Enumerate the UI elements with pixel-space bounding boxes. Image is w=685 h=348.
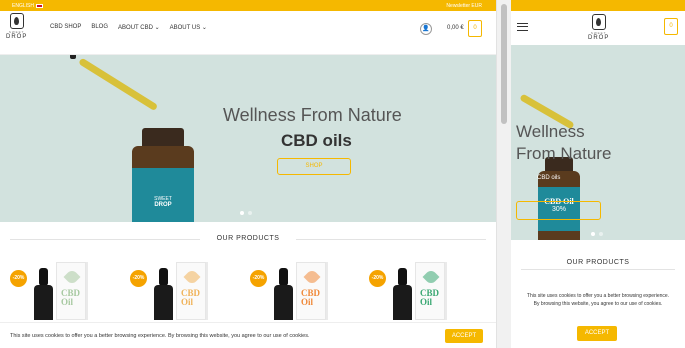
products-title: OUR PRODUCTS (216, 235, 280, 242)
menu-item-about-us[interactable]: ABOUT US ⌄ (170, 24, 207, 31)
cookie-message: This site uses cookies to offer you a be… (526, 293, 670, 307)
mobile-top-bar (511, 0, 685, 11)
menu-item-about-cbd[interactable]: ABOUT CBD ⌄ (118, 24, 160, 31)
products-title: OUR PRODUCTS (560, 259, 636, 266)
hemp-leaf-icon (303, 268, 321, 286)
drop-logo-icon (591, 14, 606, 30)
main-header: SWEET DROP CBD SHOP BLOG ABOUT CBD ⌄ ABO… (0, 11, 496, 55)
discount-badge: -20% (369, 270, 386, 287)
cookie-banner: This site uses cookies to offer you a be… (0, 322, 496, 348)
user-account-icon[interactable]: 👤 (420, 23, 432, 35)
product-box: CBD Oil (56, 262, 86, 320)
slider-dot[interactable] (591, 232, 595, 236)
site-logo[interactable]: SWEET DROP (6, 13, 27, 40)
product-card[interactable]: -20% CBD Oil (10, 262, 118, 320)
accept-cookies-button[interactable]: ACCEPT (577, 326, 617, 341)
product-bottle (273, 268, 294, 320)
drop-logo-icon (9, 13, 24, 29)
divider (10, 239, 200, 240)
discount-badge: -20% (250, 270, 267, 287)
divider (296, 239, 486, 240)
menu-item-blog[interactable]: BLOG (91, 24, 108, 31)
slider-dots[interactable] (591, 232, 603, 236)
mobile-hero-slider: CBD Oil 30% Wellness From Nature CBD oil… (511, 45, 685, 240)
product-box: CBD Oil (176, 262, 206, 320)
product-box: CBD Oil (296, 262, 326, 320)
product-bottle (392, 268, 413, 320)
shop-button[interactable]: SHOP (277, 158, 351, 175)
hero-slider: SWEET DROP Wellness From Nature CBD oils… (0, 55, 496, 222)
top-bar: ENGLISH Newsletter EUR (0, 0, 496, 11)
dropper-glass (78, 57, 159, 112)
uk-flag-icon (35, 3, 43, 8)
slider-dot[interactable] (599, 232, 603, 236)
site-logo[interactable]: SWEET DROP (588, 14, 609, 41)
mobile-header: SWEET DROP 0 (511, 11, 685, 45)
product-card[interactable]: -20% CBD Oil (130, 262, 238, 320)
shop-button[interactable] (516, 201, 601, 220)
menu-item-cbd-shop[interactable]: CBD SHOP (50, 24, 81, 31)
chevron-down-icon: ⌄ (201, 25, 207, 31)
hemp-leaf-icon (422, 268, 440, 286)
divider (521, 269, 675, 270)
mobile-view: SWEET DROP 0 CBD Oil 30% Wellness From N… (511, 0, 685, 348)
bottle-label-name: DROP (154, 202, 172, 208)
product-bottle (33, 268, 54, 320)
hero-subtitle: CBD oils (281, 131, 352, 150)
topbar-links[interactable]: Newsletter EUR (446, 3, 482, 9)
logo-name: DROP (6, 34, 28, 40)
hero-subtitle: CBD oils (537, 175, 561, 181)
dropper-tip (70, 55, 76, 59)
hero-bottle: CBD Oil 30% (538, 157, 580, 240)
cart-total[interactable]: 0,00 € (447, 25, 464, 31)
main-menu: CBD SHOP BLOG ABOUT CBD ⌄ ABOUT US ⌄ (50, 24, 207, 31)
hero-title-line1: Wellness (516, 122, 585, 141)
hero-title: Wellness From Nature (223, 105, 402, 125)
cart-button[interactable]: 0 (664, 18, 678, 35)
hero-title-line2: From Nature (516, 144, 612, 163)
hero-bottle: SWEET DROP (132, 128, 194, 222)
hemp-leaf-icon (63, 268, 81, 286)
product-box: CBD Oil (415, 262, 445, 320)
discount-badge: -20% (130, 270, 147, 287)
slider-dot[interactable] (248, 211, 252, 215)
hamburger-menu-icon[interactable] (517, 23, 528, 31)
product-card[interactable]: -20% CBD Oil (369, 262, 477, 320)
logo-name: DROP (588, 35, 610, 41)
cart-button[interactable]: 0 (468, 20, 482, 37)
accept-cookies-button[interactable]: ACCEPT (445, 329, 483, 343)
desktop-scrollbar[interactable] (496, 0, 511, 348)
chevron-down-icon: ⌄ (154, 25, 160, 31)
cookie-message: This site uses cookies to offer you a be… (10, 333, 310, 339)
hemp-leaf-icon (183, 268, 201, 286)
slider-dots[interactable] (240, 211, 252, 215)
scrollbar-thumb[interactable] (501, 4, 507, 124)
product-bottle (153, 268, 174, 320)
product-card[interactable]: -20% CBD Oil (250, 262, 358, 320)
desktop-view: ENGLISH Newsletter EUR SWEET DROP CBD SH… (0, 0, 496, 348)
discount-badge: -20% (10, 270, 27, 287)
language-switch[interactable]: ENGLISH (12, 3, 43, 9)
slider-dot[interactable] (240, 211, 244, 215)
